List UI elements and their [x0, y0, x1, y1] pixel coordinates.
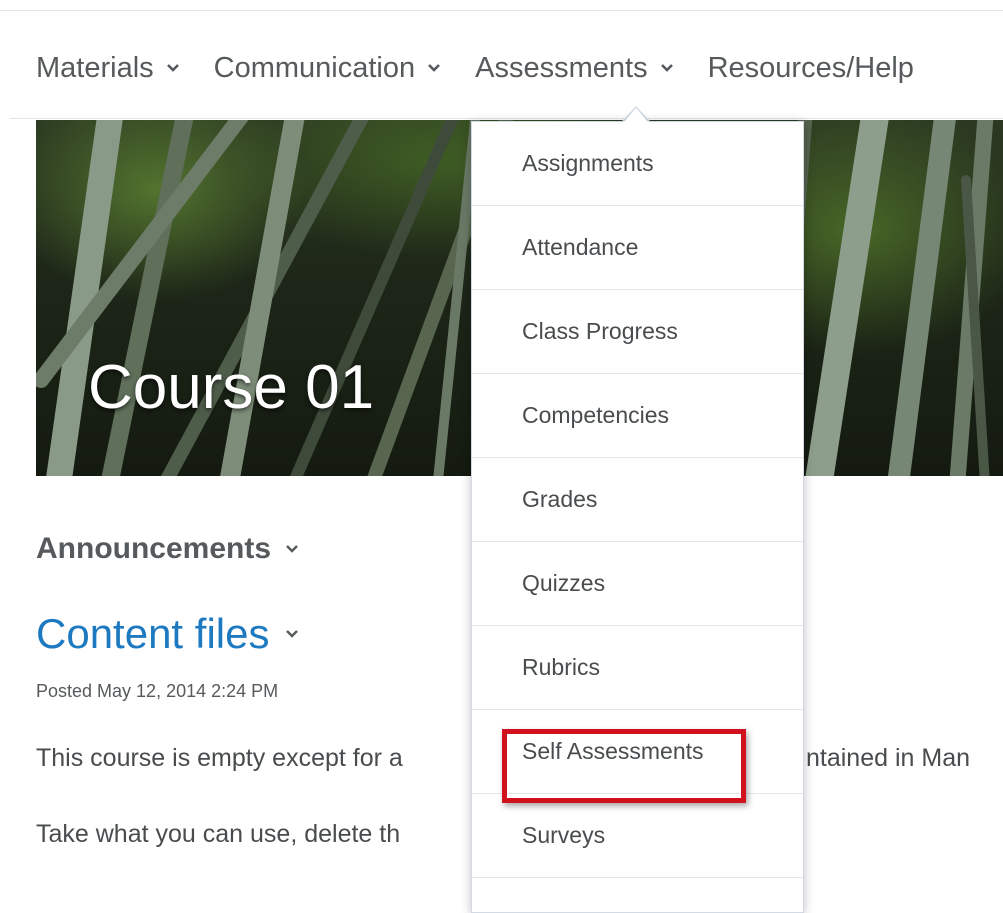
menu-item-attendance[interactable]: Attendance: [472, 206, 803, 290]
chevron-down-icon: [166, 64, 179, 72]
body-paragraph-2: Take what you can use, delete th: [36, 820, 401, 848]
nav-communication[interactable]: Communication: [214, 52, 441, 85]
nav-resources-help-label: Resources/Help: [707, 51, 914, 84]
menu-item-class-progress[interactable]: Class Progress: [472, 290, 803, 374]
nav-materials-label: Materials: [36, 51, 154, 84]
highlight-box: [502, 729, 746, 803]
menu-item-grades[interactable]: Grades: [472, 458, 803, 542]
top-rule: [0, 10, 1003, 11]
chevron-down-icon: [428, 64, 441, 72]
announcements-label: Announcements: [36, 532, 272, 565]
nav-communication-label: Communication: [213, 51, 416, 84]
nav-assessments[interactable]: Assessments: [475, 52, 673, 85]
menu-item-quizzes[interactable]: Quizzes: [472, 542, 803, 626]
body-paragraph-1-tail: ntained in Man: [806, 744, 971, 772]
nav-resources-help[interactable]: Resources/Help: [708, 52, 914, 85]
menu-item-assignments[interactable]: Assignments: [472, 122, 803, 206]
dropdown-caret-inner: [624, 108, 648, 122]
content-files-link[interactable]: Content files: [36, 610, 299, 658]
menu-item-rubrics[interactable]: Rubrics: [472, 626, 803, 710]
chevron-down-icon[interactable]: [285, 629, 299, 639]
nav-divider: [10, 118, 1003, 119]
nav-assessments-label: Assessments: [475, 51, 648, 84]
announcements-widget-header[interactable]: Announcements: [36, 532, 299, 566]
menu-item-competencies[interactable]: Competencies: [472, 374, 803, 458]
body-paragraph-1: This course is empty except for a: [36, 744, 403, 772]
course-title: Course 01: [88, 353, 375, 422]
content-files-label[interactable]: Content files: [36, 610, 269, 658]
menu-item-surveys[interactable]: Surveys: [472, 794, 803, 878]
nav-materials[interactable]: Materials: [36, 52, 180, 85]
course-navbar: Materials Communication Assessments Reso…: [36, 46, 948, 90]
chevron-down-icon[interactable]: [285, 544, 299, 554]
chevron-down-icon: [660, 64, 673, 72]
posted-date: Posted May 12, 2014 2:24 PM: [36, 681, 279, 701]
